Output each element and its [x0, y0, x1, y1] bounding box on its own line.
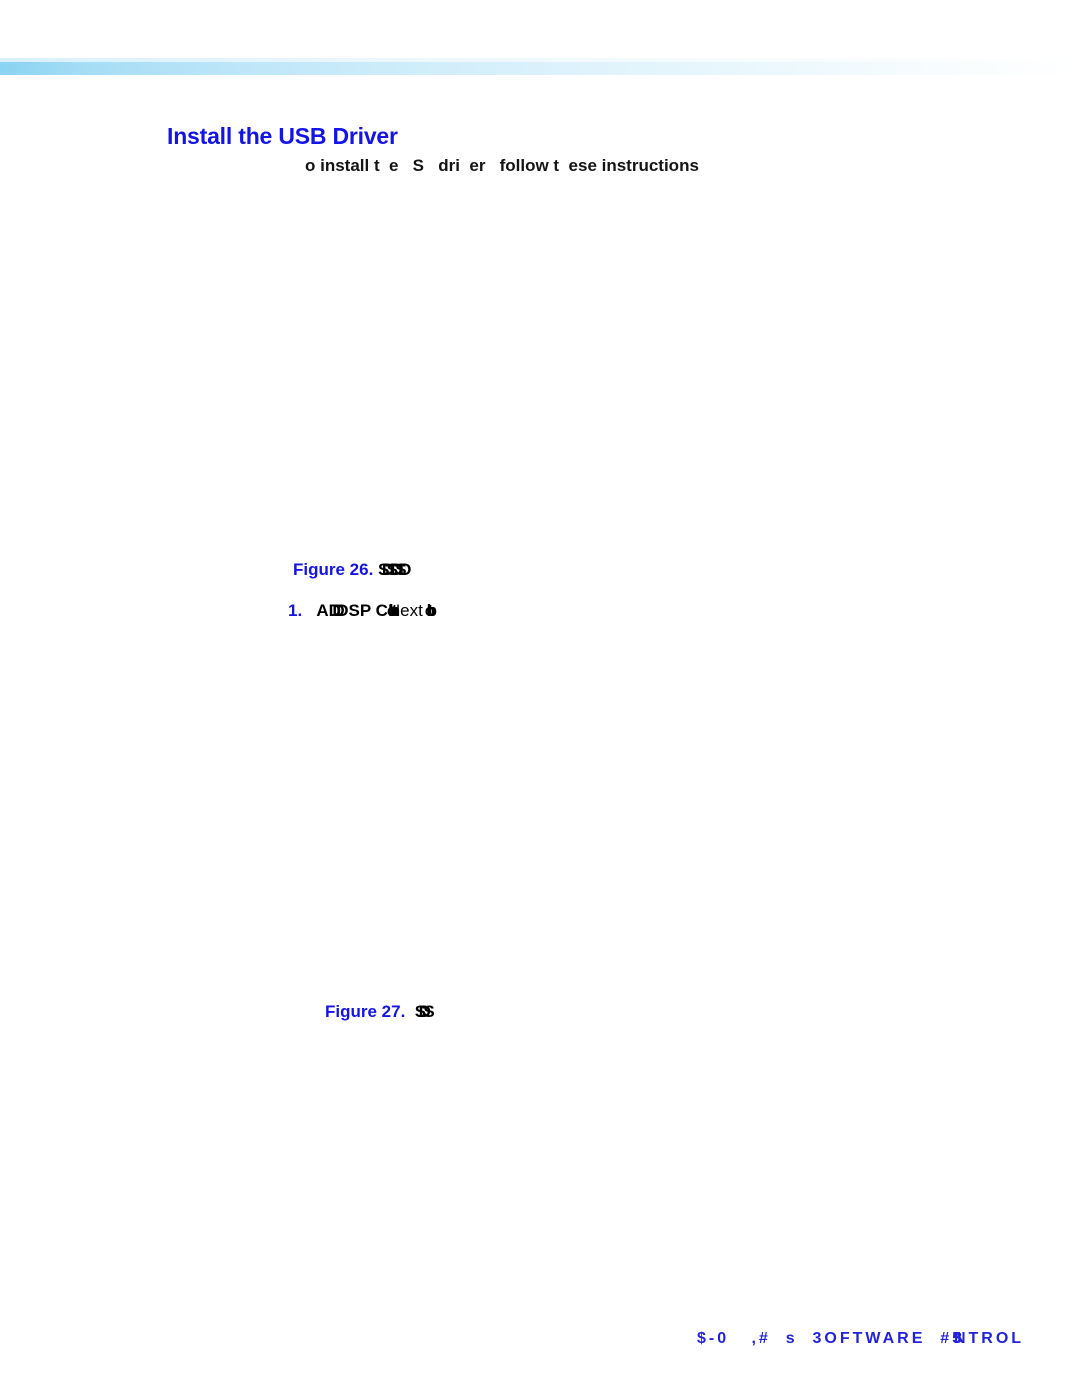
- step-text-next: Next: [387, 601, 423, 620]
- figure-26-image: [288, 192, 788, 544]
- figure-27-caption: Figure 27. SDS: [325, 1002, 435, 1022]
- step-garble-3: tob: [427, 601, 437, 620]
- intro-paragraph: o install t e S dri er follow t ese inst…: [305, 156, 699, 175]
- page-title: Install the USB Driver: [167, 123, 398, 149]
- step-text-before: A: [316, 601, 329, 620]
- figure-26-label: Figure 26.: [293, 560, 374, 579]
- page-footer: $-0 ,# s 3OFTWARE #53NTROL: [697, 1330, 1024, 1348]
- footer-middle: ,# s 3OFTWARE #: [751, 1330, 953, 1347]
- step-text-mid: DSP C: [336, 601, 388, 620]
- list-item: 1. ADDDSP ControlNext tob: [288, 601, 437, 621]
- figure-27-caption-text: SDS: [414, 1002, 435, 1021]
- figure-27-label: Figure 27.: [325, 1002, 406, 1021]
- step-number: 1.: [288, 601, 303, 620]
- figure-26-caption: Figure 26. SDSDSD: [293, 560, 411, 580]
- footer-prefix: $-0: [697, 1330, 730, 1347]
- page-body: Install the USB Driver o install t e S d…: [0, 0, 1080, 1397]
- footer-suffix: NTROL: [953, 1330, 1025, 1347]
- figure-26-caption-text: SDSDSD: [378, 560, 411, 579]
- figure-27-image: [288, 634, 788, 990]
